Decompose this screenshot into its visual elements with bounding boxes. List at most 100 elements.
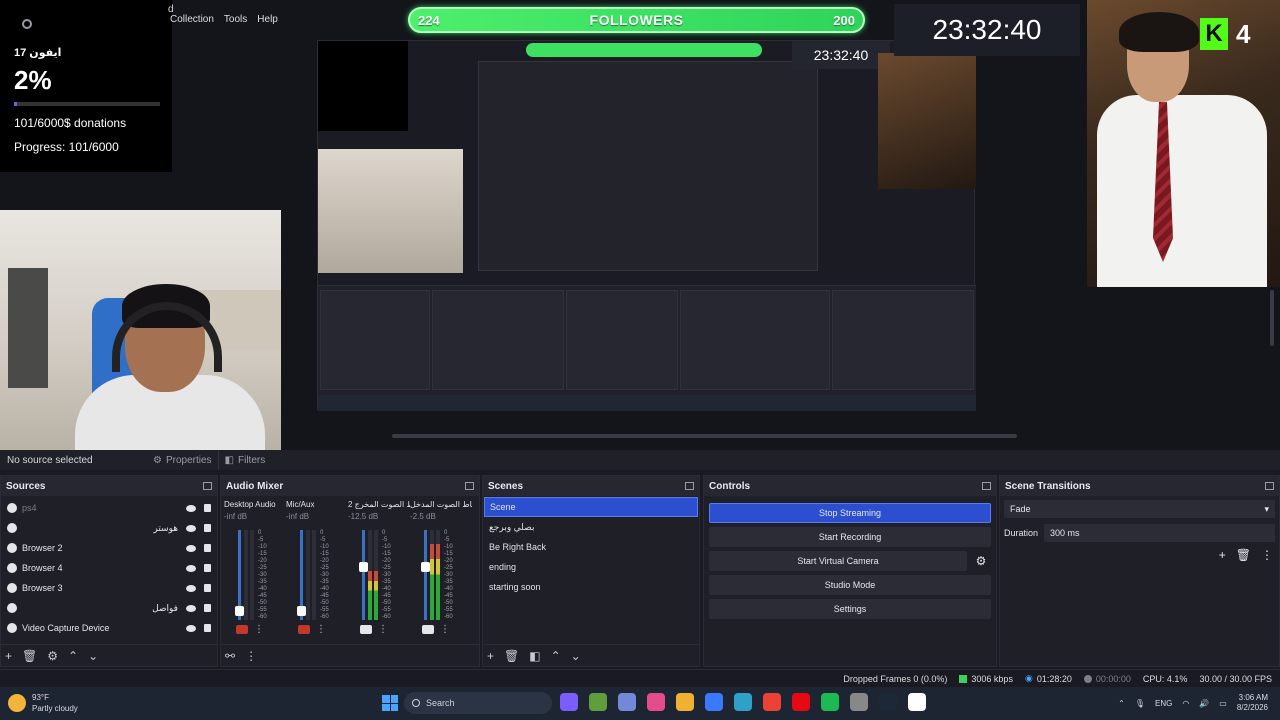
remove-source-button[interactable]: 🗑 xyxy=(22,649,37,663)
volume-fader[interactable] xyxy=(359,530,368,620)
taskbar-app-icon[interactable] xyxy=(792,693,810,711)
fader-knob[interactable] xyxy=(359,562,368,572)
taskbar-search[interactable]: Search xyxy=(404,692,552,714)
taskbar-app-icon[interactable] xyxy=(879,693,897,711)
taskbar-app-icon[interactable] xyxy=(763,693,781,711)
source-item[interactable]: هوستر xyxy=(1,518,217,538)
tray-date[interactable]: 8/2/2026 xyxy=(1237,703,1268,712)
volume-fader[interactable] xyxy=(421,530,430,620)
taskbar-app-icon[interactable] xyxy=(676,693,694,711)
lock-icon[interactable] xyxy=(204,504,211,512)
taskbar-app-icon[interactable] xyxy=(908,693,926,711)
undock-icon[interactable] xyxy=(685,482,694,490)
remove-scene-button[interactable]: 🗑 xyxy=(504,649,519,663)
channel-menu-icon[interactable]: ⋮ xyxy=(316,624,326,635)
visibility-eye-icon[interactable] xyxy=(186,544,196,552)
scene-item[interactable]: ending xyxy=(484,557,698,577)
taskbar-app-icon[interactable] xyxy=(589,693,607,711)
volume-fader[interactable] xyxy=(235,530,244,620)
preview-horizontal-scrollbar[interactable] xyxy=(392,434,1017,438)
taskbar-app-icon[interactable] xyxy=(821,693,839,711)
windows-start-icon[interactable] xyxy=(382,695,398,711)
weather-widget[interactable]: 93°F Partly cloudy xyxy=(8,692,78,714)
source-item[interactable]: Video Capture Device xyxy=(1,618,217,638)
start-recording-button[interactable]: Start Recording xyxy=(709,527,991,547)
menu-help[interactable]: Help xyxy=(257,14,278,25)
undock-icon[interactable] xyxy=(1265,482,1274,490)
visibility-eye-icon[interactable] xyxy=(186,604,196,612)
undock-icon[interactable] xyxy=(982,482,991,490)
visibility-eye-icon[interactable] xyxy=(186,564,196,572)
source-item[interactable]: Browser 3 xyxy=(1,578,217,598)
visibility-eye-icon[interactable] xyxy=(186,504,196,512)
scene-item[interactable]: بصلي وبرجع xyxy=(484,517,698,537)
mixer-menu-icon[interactable]: ⋮ xyxy=(245,649,257,663)
transition-select[interactable]: Fade ▾ xyxy=(1004,500,1275,518)
start-virtual-camera-button[interactable]: Start Virtual Camera xyxy=(709,551,967,571)
lock-icon[interactable] xyxy=(204,564,211,572)
undock-icon[interactable] xyxy=(203,482,212,490)
add-scene-button[interactable]: + xyxy=(487,649,494,663)
language-indicator[interactable]: ENG xyxy=(1155,699,1172,708)
taskbar-app-icon[interactable] xyxy=(705,693,723,711)
visibility-eye-icon[interactable] xyxy=(186,524,196,532)
scene-item[interactable]: Scene xyxy=(484,497,698,517)
sources-list[interactable]: ps4 هوستر Browser 2 Browser 4 Browser 3 فواصل… xyxy=(1,496,217,640)
lock-icon[interactable] xyxy=(204,604,211,612)
add-transition-button[interactable]: + xyxy=(1219,548,1226,562)
duration-input[interactable]: 300 ms xyxy=(1044,524,1275,542)
transition-menu-icon[interactable]: ⋮ xyxy=(1261,548,1273,562)
source-item[interactable]: Browser 2 xyxy=(1,538,217,558)
taskbar-app-icon[interactable] xyxy=(850,693,868,711)
source-item[interactable]: فواصل xyxy=(1,598,217,618)
battery-icon[interactable]: ▭ xyxy=(1219,699,1227,708)
taskbar-app-icon[interactable] xyxy=(647,693,665,711)
taskbar-app-icon[interactable] xyxy=(734,693,752,711)
scene-up-button[interactable]: ⌃ xyxy=(551,649,561,663)
scene-filters-button[interactable]: ◧ xyxy=(529,649,540,663)
source-item[interactable]: Browser 4 xyxy=(1,558,217,578)
menu-tools[interactable]: Tools xyxy=(224,14,247,25)
lock-icon[interactable] xyxy=(204,544,211,552)
visibility-eye-icon[interactable] xyxy=(186,584,196,592)
add-source-button[interactable]: + xyxy=(5,649,12,663)
fader-knob[interactable] xyxy=(297,606,306,616)
microphone-icon[interactable]: 🎙 xyxy=(1135,699,1145,708)
preview-vertical-scrollbar[interactable] xyxy=(1270,290,1274,346)
menu-collection[interactable]: Collection xyxy=(170,14,214,25)
lock-icon[interactable] xyxy=(204,624,211,632)
tray-time[interactable]: 3:06 AM xyxy=(1239,693,1268,702)
scene-item[interactable]: Be Right Back xyxy=(484,537,698,557)
channel-menu-icon[interactable]: ⋮ xyxy=(254,624,264,635)
preview-canvas[interactable]: 23:32:40 ايفون 17 2% 101/6000$ donations… xyxy=(0,0,1280,450)
filters-button[interactable]: ◧ Filters xyxy=(219,451,272,469)
lock-icon[interactable] xyxy=(204,584,211,592)
mute-speaker-icon[interactable] xyxy=(422,625,434,634)
scene-item[interactable]: starting soon xyxy=(484,577,698,597)
wifi-icon[interactable]: ◠ xyxy=(1182,699,1189,708)
taskbar-app-icon[interactable] xyxy=(560,693,578,711)
move-up-button[interactable]: ⌃ xyxy=(68,649,78,663)
scenes-list[interactable]: Scene بصلي وبرجع Be Right Back ending starti… xyxy=(483,496,699,598)
channel-menu-icon[interactable]: ⋮ xyxy=(440,624,450,635)
volume-fader[interactable] xyxy=(297,530,306,620)
mute-speaker-icon[interactable] xyxy=(298,625,310,634)
studio-mode-button[interactable]: Studio Mode xyxy=(709,575,991,595)
mute-speaker-icon[interactable] xyxy=(360,625,372,634)
move-down-button[interactable]: ⌄ xyxy=(88,649,98,663)
volume-icon[interactable]: 🔊 xyxy=(1199,699,1209,708)
fader-knob[interactable] xyxy=(421,562,430,572)
channel-menu-icon[interactable]: ⋮ xyxy=(378,624,388,635)
visibility-eye-icon[interactable] xyxy=(186,624,196,632)
undock-icon[interactable] xyxy=(465,482,474,490)
source-properties-button[interactable]: ⚙ xyxy=(47,649,58,663)
virtual-camera-settings-gear-icon[interactable]: ⚙ xyxy=(971,551,991,571)
source-item[interactable]: ps4 xyxy=(1,498,217,518)
properties-button[interactable]: ⚙ Properties xyxy=(147,451,219,469)
settings-button[interactable]: Settings xyxy=(709,599,991,619)
lock-icon[interactable] xyxy=(204,524,211,532)
remove-transition-button[interactable]: 🗑 xyxy=(1236,548,1251,562)
advanced-audio-icon[interactable]: ⚯ xyxy=(225,649,235,663)
mute-speaker-icon[interactable] xyxy=(236,625,248,634)
taskbar-app-icon[interactable] xyxy=(618,693,636,711)
